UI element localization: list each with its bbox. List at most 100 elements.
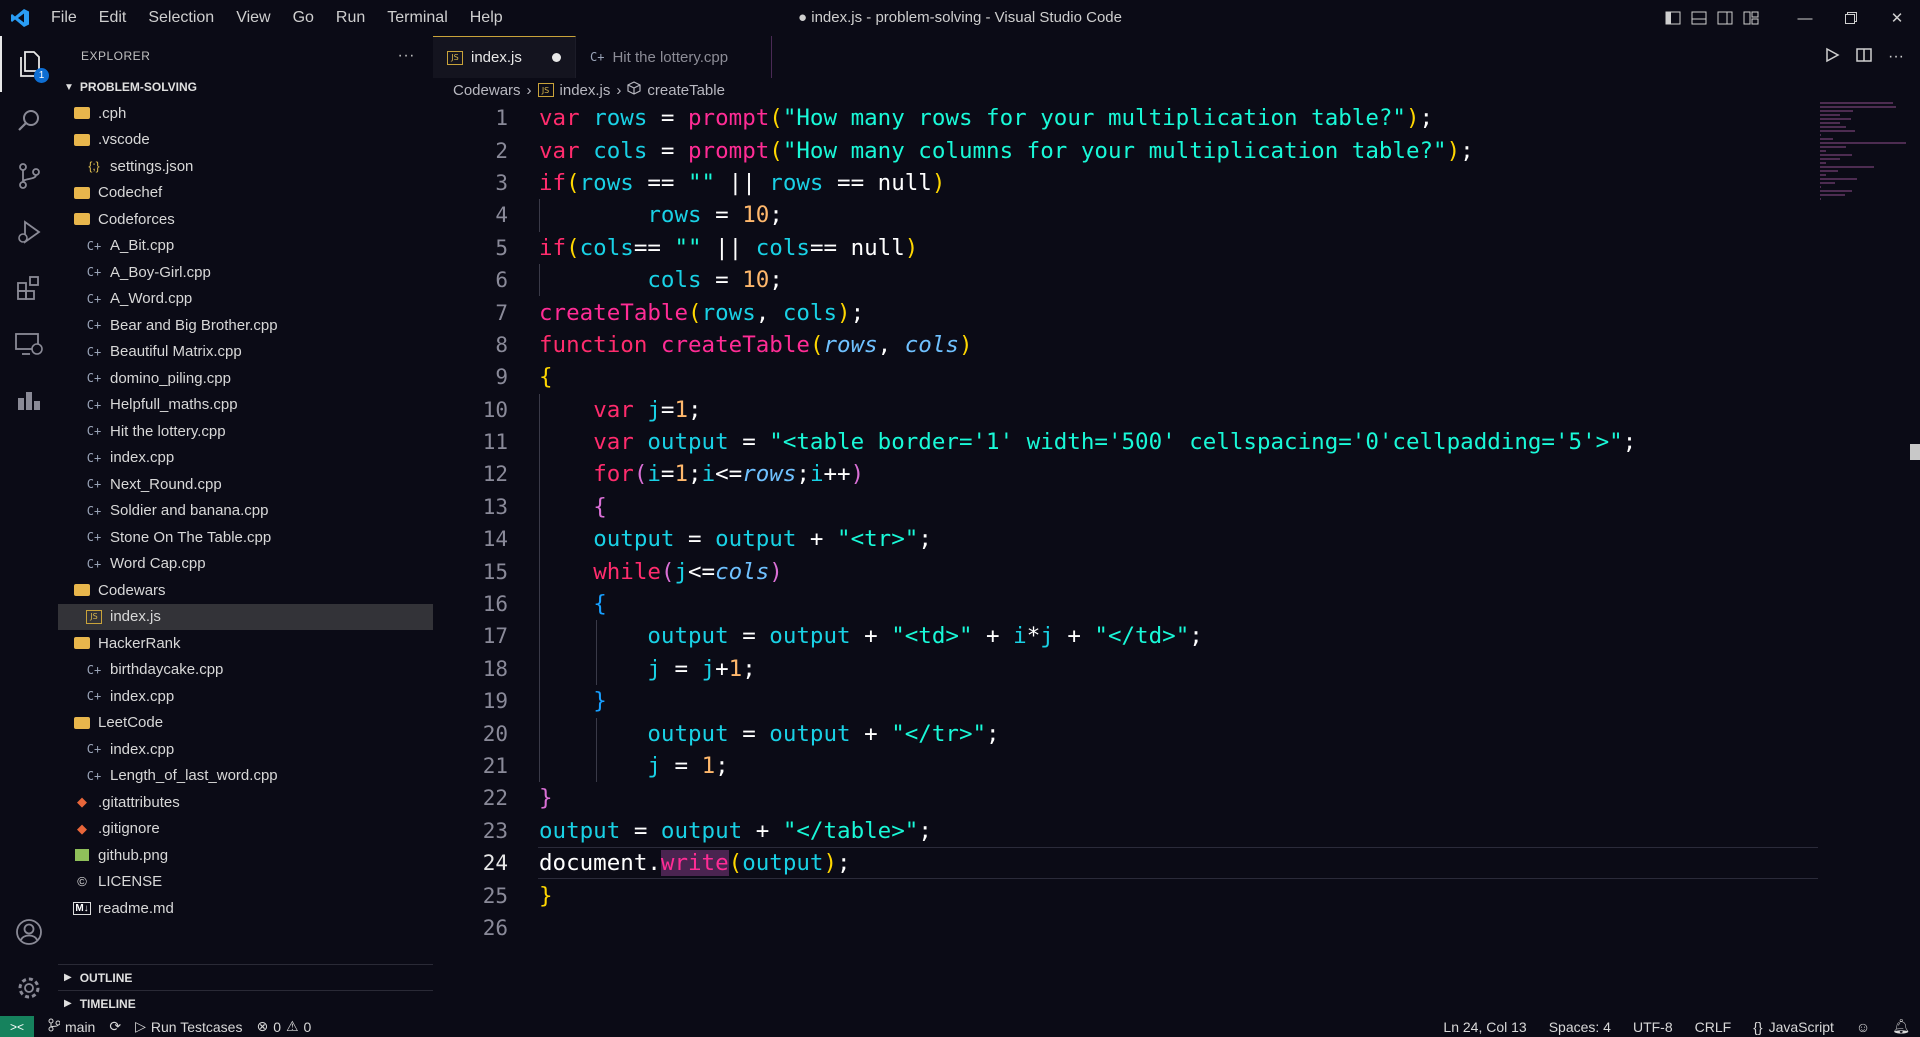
code-line[interactable]: 24 document.write(output); (433, 847, 1818, 880)
file-tree-item[interactable]: M↓ readme.md (58, 895, 433, 922)
end-of-line[interactable]: CRLF (1695, 1019, 1732, 1035)
file-tree-item[interactable]: HackerRank (58, 630, 433, 657)
breadcrumb-symbol[interactable]: createTable (647, 82, 725, 99)
file-tree-item[interactable]: .vscode (58, 127, 433, 154)
branch-status[interactable]: main (48, 1018, 95, 1035)
code-line[interactable]: 9{ (433, 361, 1803, 393)
file-tree-item[interactable]: Codechef (58, 180, 433, 207)
account-icon[interactable] (0, 904, 58, 960)
code-line[interactable]: 7 createTable(rows, cols); (433, 296, 1803, 328)
code-line[interactable]: 6 cols = 10; (433, 264, 1803, 296)
toggle-panel-icon[interactable] (1686, 0, 1712, 36)
minimize-button[interactable]: — (1782, 0, 1828, 36)
feedback-icon[interactable]: ☺ (1856, 1019, 1870, 1035)
encoding[interactable]: UTF-8 (1633, 1019, 1673, 1035)
code-line[interactable]: 3 if(rows == "" || rows == null) (433, 167, 1803, 199)
code-line[interactable]: 2 var cols = prompt("How many columns for… (433, 134, 1803, 166)
code-line[interactable]: 12 for(i=1;i<=rows;i++) (433, 458, 1803, 490)
file-tree-item[interactable]: github.png (58, 842, 433, 869)
restore-button[interactable] (1828, 0, 1874, 36)
more-editor-actions-icon[interactable]: ··· (1888, 48, 1904, 66)
indentation[interactable]: Spaces: 4 (1549, 1019, 1611, 1035)
remote-icon[interactable]: >< (0, 1016, 34, 1037)
cursor-position[interactable]: Ln 24, Col 13 (1443, 1019, 1526, 1035)
code-line[interactable]: 26 (433, 912, 1803, 944)
menu-selection[interactable]: Selection (137, 0, 225, 36)
toggle-primary-sidebar-icon[interactable] (1660, 0, 1686, 36)
file-tree-item[interactable]: JS index.js (58, 603, 433, 630)
menu-go[interactable]: Go (282, 0, 325, 36)
menu-file[interactable]: File (40, 0, 88, 36)
file-tree-item[interactable]: C+ domino_piling.cpp (58, 365, 433, 392)
unsaved-dot-icon[interactable] (552, 53, 561, 62)
file-tree-item[interactable]: {;} settings.json (58, 153, 433, 180)
file-tree-item[interactable]: .cph (58, 100, 433, 127)
close-window-button[interactable]: ✕ (1874, 0, 1920, 36)
notifications-bell-icon[interactable]: 🔔︎ (1892, 1018, 1910, 1035)
code-line[interactable]: 8 function createTable(rows, cols) (433, 329, 1803, 361)
code-editor[interactable]: 1 var rows = prompt("How many rows for yo… (433, 102, 1818, 944)
file-tree-item[interactable]: ◆ .gitattributes (58, 789, 433, 816)
file-tree-item[interactable]: © LICENSE (58, 869, 433, 896)
file-tree-item[interactable]: C+ A_Word.cpp (58, 286, 433, 313)
menu-edit[interactable]: Edit (88, 0, 138, 36)
code-line[interactable]: 13 { (433, 491, 1803, 523)
minimap[interactable] (1820, 102, 1906, 200)
file-tree-item[interactable]: C+ birthdaycake.cpp (58, 657, 433, 684)
menu-run[interactable]: Run (325, 0, 376, 36)
file-tree-item[interactable]: Codewars (58, 577, 433, 604)
code-line[interactable]: 17 output = output + "<td>" + i*j + "</t… (433, 620, 1803, 652)
search-icon[interactable] (0, 92, 58, 148)
menu-terminal[interactable]: Terminal (376, 0, 458, 36)
tab-index-js[interactable]: JS index.js (433, 36, 576, 78)
file-tree-item[interactable]: C+ Bear and Big Brother.cpp (58, 312, 433, 339)
run-testcases-button[interactable]: ▷ Run Testcases (135, 1018, 242, 1035)
code-line[interactable]: 11 var output = "<table border='1' width… (433, 426, 1803, 458)
file-tree-item[interactable]: C+ Helpfull_maths.cpp (58, 392, 433, 419)
remote-explorer-icon[interactable] (0, 316, 58, 372)
timeline-section[interactable]: ▶ TIMELINE (58, 990, 433, 1016)
file-tree-item[interactable]: C+ Word Cap.cpp (58, 551, 433, 578)
code-line[interactable]: 5 if(cols== "" || cols== null) (433, 232, 1803, 264)
scrollbar-marker[interactable] (1910, 444, 1920, 460)
code-line[interactable]: 16 { (433, 588, 1803, 620)
file-tree-item[interactable]: LeetCode (58, 710, 433, 737)
file-tree-item[interactable]: C+ A_Boy-Girl.cpp (58, 259, 433, 286)
file-tree-item[interactable]: C+ index.cpp (58, 683, 433, 710)
source-control-icon[interactable] (0, 148, 58, 204)
split-editor-icon[interactable] (1856, 47, 1872, 68)
toggle-secondary-sidebar-icon[interactable] (1712, 0, 1738, 36)
file-tree-item[interactable]: C+ A_Bit.cpp (58, 233, 433, 260)
settings-gear-icon[interactable] (0, 960, 58, 1016)
code-line[interactable]: 1 var rows = prompt("How many rows for yo… (433, 102, 1803, 134)
file-tree-item[interactable]: C+ Hit the lottery.cpp (58, 418, 433, 445)
problems-status[interactable]: ⊗ 0 ⚠ 0 (256, 1018, 311, 1035)
file-tree-item[interactable]: C+ Stone On The Table.cpp (58, 524, 433, 551)
customize-layout-icon[interactable] (1738, 0, 1764, 36)
run-debug-icon[interactable] (0, 204, 58, 260)
menu-help[interactable]: Help (459, 0, 514, 36)
more-actions-icon[interactable]: ··· (398, 47, 415, 65)
code-line[interactable]: 15 while(j<=cols) (433, 555, 1803, 587)
code-line[interactable]: 10 var j=1; (433, 394, 1803, 426)
workspace-root[interactable]: ▼ PROBLEM-SOLVING (58, 76, 433, 98)
language-mode[interactable]: {} JavaScript (1753, 1019, 1834, 1035)
run-file-icon[interactable] (1824, 47, 1840, 68)
file-tree-item[interactable]: C+ Beautiful Matrix.cpp (58, 339, 433, 366)
code-line[interactable]: 22} (433, 782, 1803, 814)
code-line[interactable]: 25} (433, 879, 1803, 911)
breadcrumb-folder[interactable]: Codewars (453, 82, 521, 99)
extensions-icon[interactable] (0, 260, 58, 316)
code-line[interactable]: 21 j = 1; (433, 750, 1803, 782)
code-line[interactable]: 23 output = output + "</table>"; (433, 815, 1803, 847)
code-line[interactable]: 20 output = output + "</tr>"; (433, 717, 1803, 749)
menu-view[interactable]: View (225, 0, 281, 36)
code-line[interactable]: 19 } (433, 685, 1803, 717)
file-tree-item[interactable]: C+ index.cpp (58, 445, 433, 472)
file-tree-item[interactable]: C+ Length_of_last_word.cpp (58, 763, 433, 790)
breadcrumb-file[interactable]: index.js (560, 82, 611, 99)
outline-section[interactable]: ▶ OUTLINE (58, 964, 433, 990)
file-tree-item[interactable]: C+ Soldier and banana.cpp (58, 498, 433, 525)
chart-icon[interactable] (0, 372, 58, 428)
code-line[interactable]: 18 j = j+1; (433, 653, 1803, 685)
